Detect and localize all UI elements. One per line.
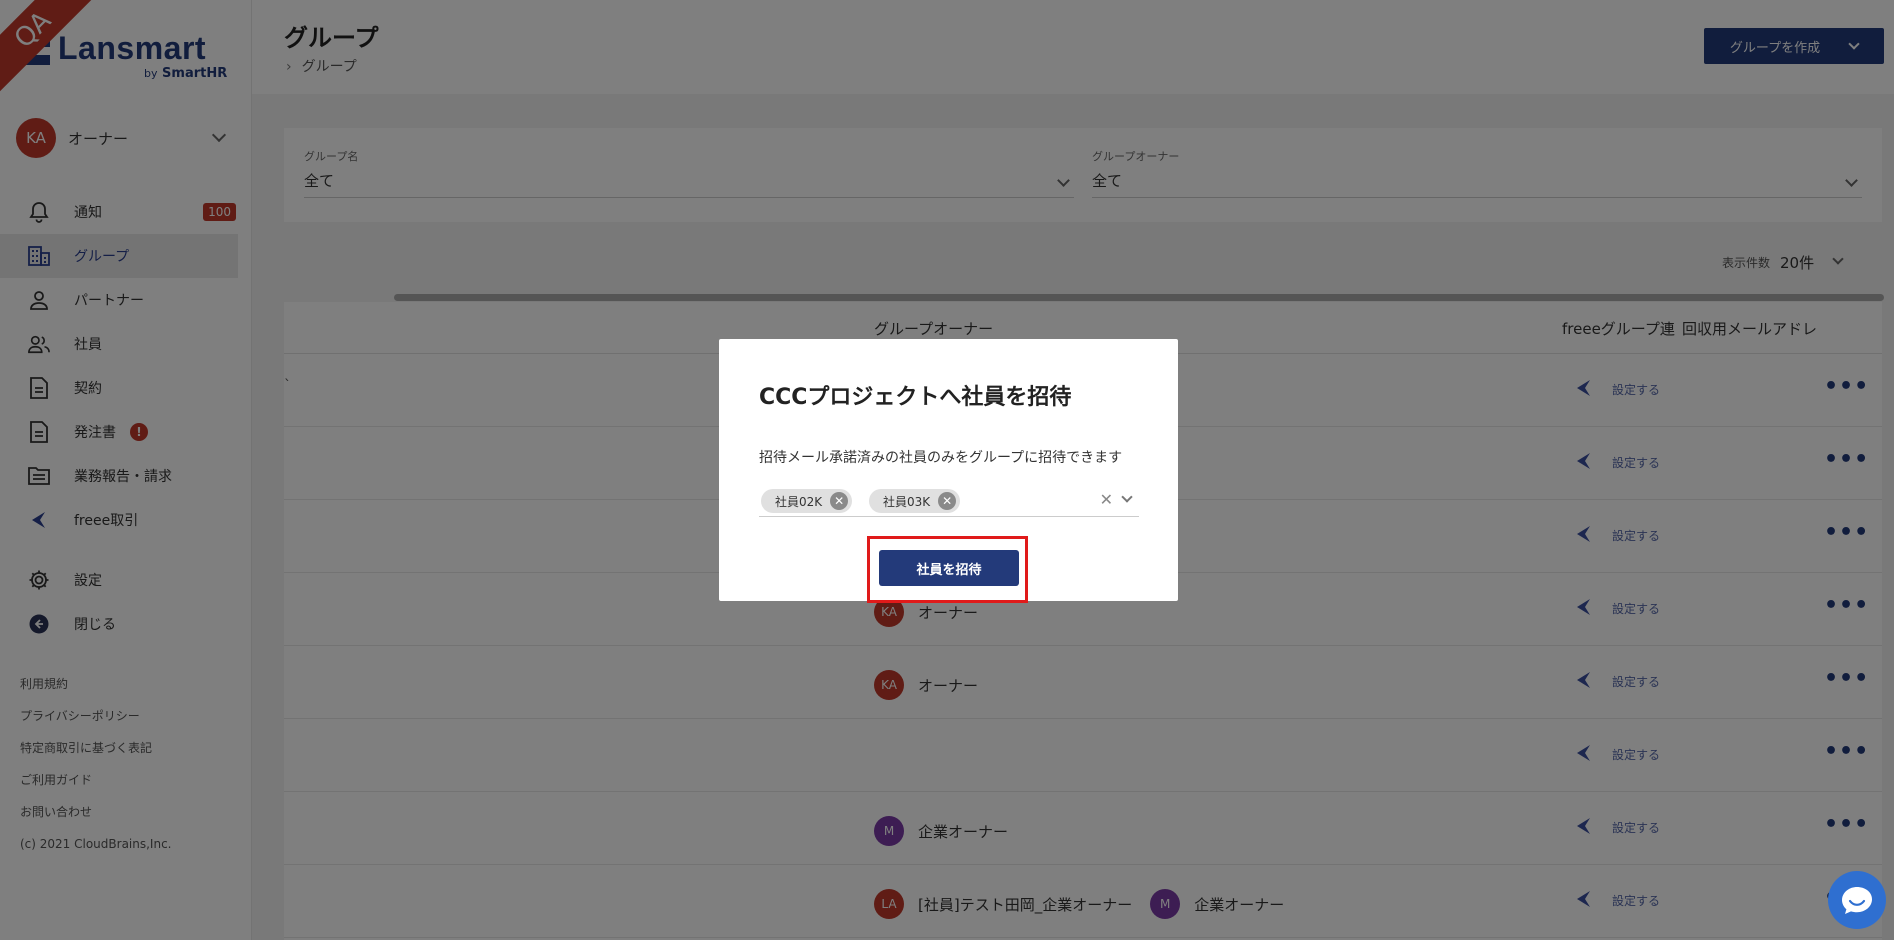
employee-chip: 社員03K ✕ bbox=[869, 489, 961, 513]
chat-button[interactable] bbox=[1828, 871, 1886, 929]
remove-chip-icon[interactable]: ✕ bbox=[830, 492, 849, 510]
chip-label: 社員03K bbox=[883, 494, 931, 509]
remove-chip-icon[interactable]: ✕ bbox=[938, 492, 957, 510]
chip-label: 社員02K bbox=[775, 494, 823, 509]
modal-title: CCCプロジェクトへ社員を招待 bbox=[759, 385, 1072, 410]
employee-select-field[interactable]: 社員02K ✕ 社員03K ✕ ✕ bbox=[759, 485, 1139, 517]
chevron-down-icon[interactable] bbox=[1121, 491, 1133, 503]
highlight-box bbox=[867, 536, 1028, 603]
clear-icon[interactable]: ✕ bbox=[1100, 490, 1113, 509]
modal-description: 招待メール承諾済みの社員のみをグループに招待できます bbox=[759, 450, 1123, 466]
chat-icon bbox=[1842, 887, 1872, 914]
employee-chip: 社員02K ✕ bbox=[761, 489, 853, 513]
